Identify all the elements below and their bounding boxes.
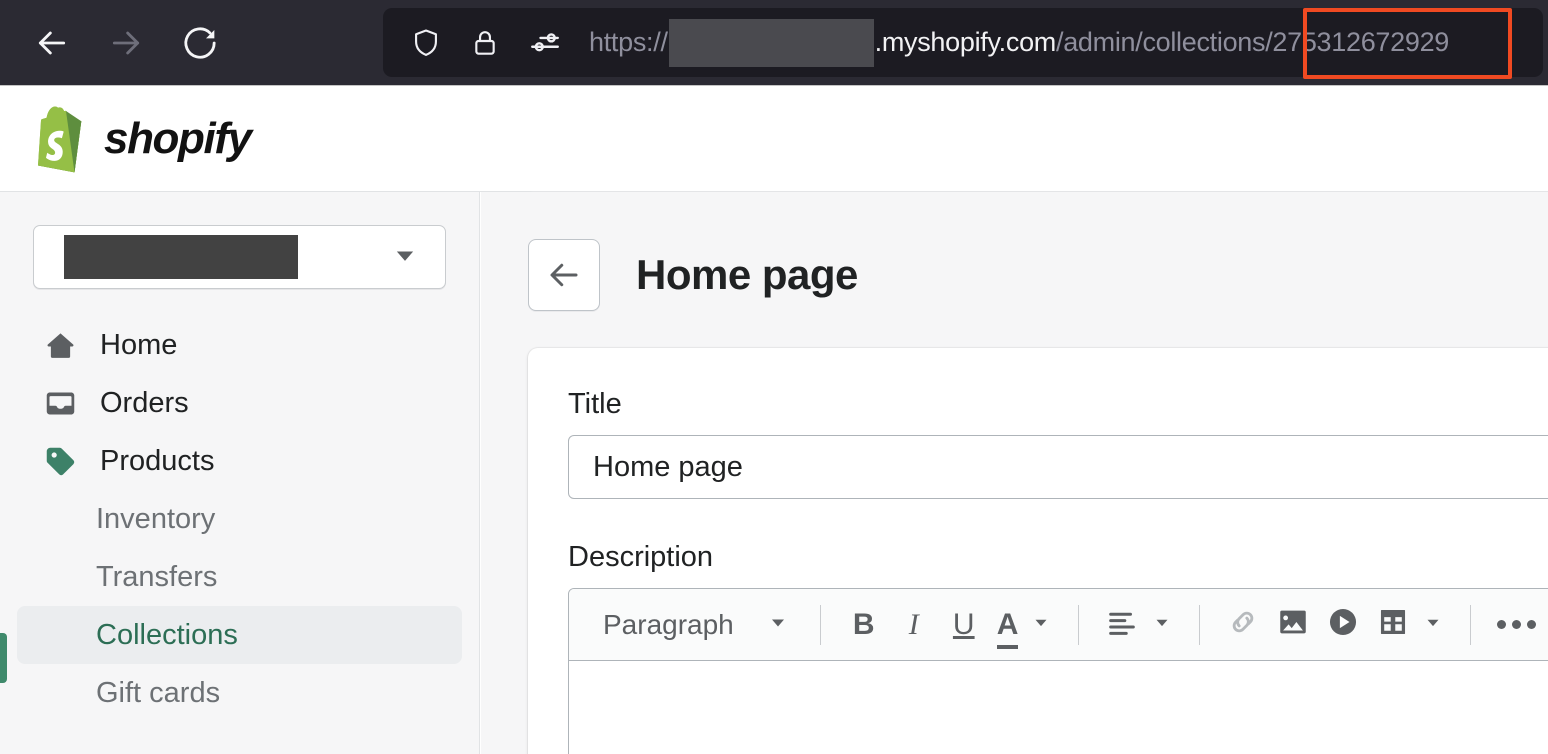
underline-label: U xyxy=(953,608,975,642)
sidebar-nav: Home Orders Products Inventory Transfers xyxy=(0,316,479,722)
more-horizontal-icon xyxy=(1497,620,1536,629)
sidebar-subitem-label: Transfers xyxy=(96,561,217,594)
text-color-label: A xyxy=(997,608,1019,642)
url-host: .myshopify.com xyxy=(875,27,1056,58)
url-resource-id: 275312672929 xyxy=(1272,27,1449,58)
address-bar-icons xyxy=(383,25,563,61)
italic-button[interactable]: I xyxy=(889,600,939,650)
sidebar-item-products[interactable]: Products xyxy=(17,432,462,490)
page-header: Home page xyxy=(481,192,1548,311)
video-button[interactable] xyxy=(1318,600,1368,650)
url-path: /admin/collections/ xyxy=(1056,27,1272,58)
title-field-label: Title xyxy=(568,388,1548,421)
browser-reload-button[interactable] xyxy=(178,21,222,65)
sidebar: Home Orders Products Inventory Transfers xyxy=(0,192,480,754)
description-field-label: Description xyxy=(568,541,1548,574)
collection-details-card: Title Home page Description Paragraph B … xyxy=(528,348,1548,754)
page-title: Home page xyxy=(636,251,858,299)
toolbar-divider xyxy=(1078,605,1079,645)
italic-label: I xyxy=(909,608,919,642)
address-bar-url: https:// .myshopify.com/admin/collections… xyxy=(589,19,1449,67)
video-play-icon xyxy=(1326,605,1360,644)
url-redacted-store xyxy=(669,19,874,67)
block-format-dropdown[interactable]: Paragraph xyxy=(589,599,802,651)
back-button[interactable] xyxy=(528,239,600,311)
image-icon xyxy=(1276,605,1310,644)
sidebar-item-gift-cards[interactable]: Gift cards xyxy=(17,664,462,722)
bold-label: B xyxy=(853,608,875,642)
shield-icon[interactable] xyxy=(409,26,443,60)
image-button[interactable] xyxy=(1268,600,1318,650)
table-button[interactable] xyxy=(1368,600,1452,650)
browser-address-bar[interactable]: https:// .myshopify.com/admin/collections… xyxy=(383,8,1543,77)
browser-toolbar: https:// .myshopify.com/admin/collections… xyxy=(0,0,1548,85)
arrow-left-icon xyxy=(546,257,582,293)
shopify-logo-text: shopify xyxy=(104,114,251,164)
app-topbar: shopify Search xyxy=(0,86,1548,192)
orders-inbox-icon xyxy=(44,387,77,420)
chevron-down-icon xyxy=(391,241,419,274)
permissions-icon[interactable] xyxy=(527,25,563,61)
store-selector[interactable] xyxy=(33,225,446,289)
chevron-down-icon xyxy=(1422,611,1444,638)
store-name-redacted xyxy=(64,235,298,279)
link-button[interactable] xyxy=(1218,600,1268,650)
toolbar-divider xyxy=(1199,605,1200,645)
sidebar-item-inventory[interactable]: Inventory xyxy=(17,490,462,548)
underline-button[interactable]: U xyxy=(939,600,989,650)
url-scheme: https:// xyxy=(589,27,668,58)
sidebar-item-collections[interactable]: Collections xyxy=(17,606,462,664)
chevron-down-icon xyxy=(1151,611,1173,638)
sidebar-item-label: Products xyxy=(100,445,214,478)
table-icon xyxy=(1376,605,1410,644)
sidebar-item-label: Home xyxy=(100,329,177,362)
description-editor: Paragraph B I U A xyxy=(568,588,1548,754)
sidebar-item-label: Orders xyxy=(100,387,189,420)
more-options-button[interactable] xyxy=(1489,600,1544,650)
toolbar-divider xyxy=(820,605,821,645)
description-editor-body[interactable] xyxy=(569,661,1548,754)
sidebar-item-orders[interactable]: Orders xyxy=(17,374,462,432)
arrow-left-icon xyxy=(32,23,72,63)
link-icon xyxy=(1226,605,1260,644)
products-tag-icon xyxy=(44,445,77,478)
sidebar-subitem-label: Collections xyxy=(96,619,238,652)
sidebar-item-home[interactable]: Home xyxy=(17,316,462,374)
chevron-down-icon xyxy=(766,610,790,639)
chevron-down-icon xyxy=(1030,611,1052,638)
sidebar-subitem-label: Inventory xyxy=(96,503,215,536)
shopify-logo[interactable]: shopify xyxy=(30,103,251,175)
browser-back-button[interactable] xyxy=(30,21,74,65)
home-icon xyxy=(44,329,77,362)
text-color-button[interactable]: A xyxy=(989,600,1061,650)
block-format-label: Paragraph xyxy=(603,609,734,641)
reload-icon xyxy=(180,23,220,63)
shopify-bag-icon xyxy=(30,103,92,175)
browser-nav-buttons xyxy=(0,21,222,65)
browser-forward-button[interactable] xyxy=(104,21,148,65)
lock-icon[interactable] xyxy=(469,27,501,59)
arrow-right-icon xyxy=(106,23,146,63)
active-nav-indicator xyxy=(0,633,7,683)
main-content: Home page Title Home page Description Pa… xyxy=(481,192,1548,754)
toolbar-divider xyxy=(1470,605,1471,645)
editor-toolbar: Paragraph B I U A xyxy=(569,589,1548,661)
sidebar-subitem-label: Gift cards xyxy=(96,677,220,710)
title-input[interactable]: Home page xyxy=(568,435,1548,499)
sidebar-item-transfers[interactable]: Transfers xyxy=(17,548,462,606)
bold-button[interactable]: B xyxy=(839,600,889,650)
align-left-icon xyxy=(1105,605,1139,644)
align-button[interactable] xyxy=(1097,600,1181,650)
